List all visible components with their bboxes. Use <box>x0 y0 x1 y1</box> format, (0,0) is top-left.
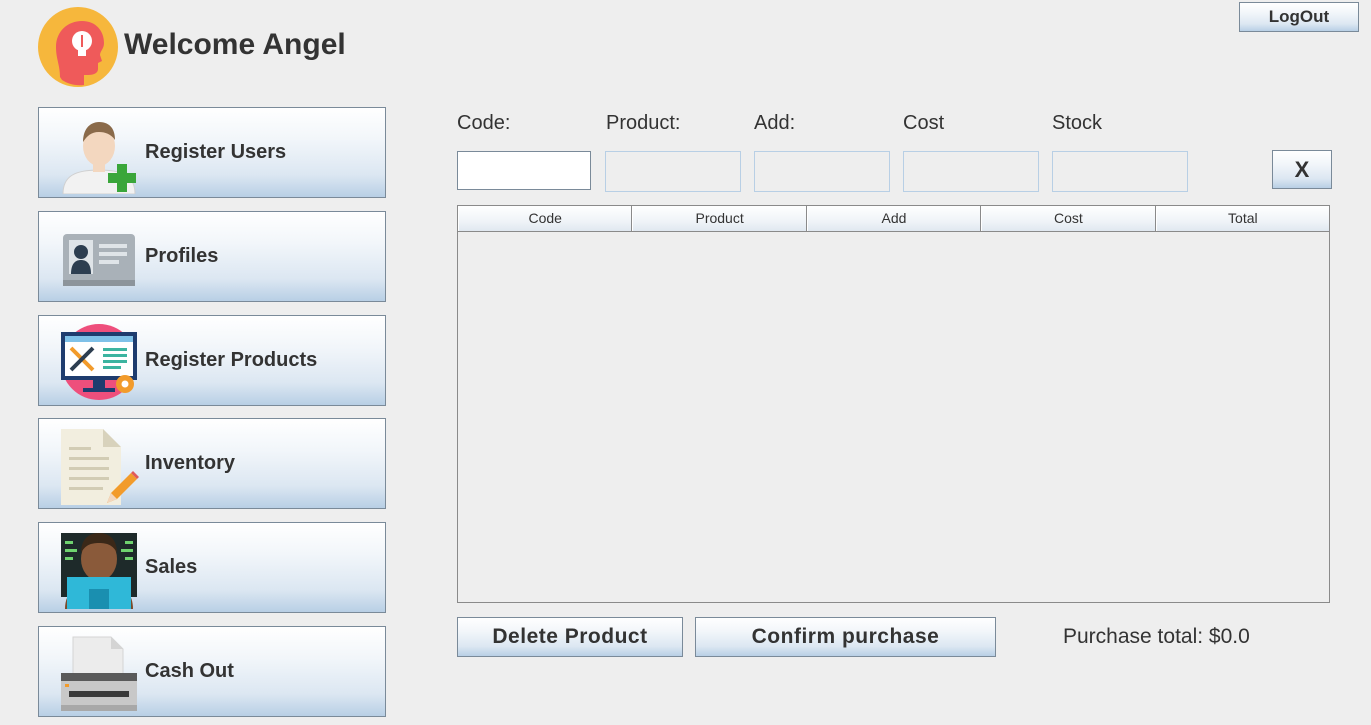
person-laptop-icon <box>59 529 139 609</box>
cash-out-button[interactable]: Cash Out <box>38 626 386 717</box>
column-header-add[interactable]: Add <box>806 206 982 231</box>
add-user-icon <box>59 114 139 195</box>
register-products-button[interactable]: Register Products <box>38 315 386 406</box>
stock-label: Stock <box>1052 112 1103 134</box>
clear-button[interactable]: X <box>1272 150 1332 189</box>
product-input[interactable] <box>605 151 741 192</box>
inventory-label: Inventory <box>145 452 236 474</box>
document-pencil-icon <box>59 425 139 505</box>
printer-icon <box>59 633 139 713</box>
table-header: Code Product Add Cost Total <box>458 206 1330 232</box>
code-label: Code: <box>457 112 511 134</box>
cost-input[interactable] <box>903 151 1039 192</box>
logout-button[interactable]: LogOut <box>1239 2 1359 32</box>
column-header-total[interactable]: Total <box>1155 206 1330 231</box>
welcome-title: Welcome Angel <box>124 28 346 61</box>
register-products-label: Register Products <box>145 349 318 371</box>
add-input[interactable] <box>754 151 890 192</box>
cash-out-label: Cash Out <box>145 660 234 682</box>
head-lightbulb-icon <box>38 7 118 87</box>
sales-button[interactable]: Sales <box>38 522 386 613</box>
column-header-code[interactable]: Code <box>458 206 633 231</box>
monitor-tools-icon <box>59 322 139 402</box>
code-input[interactable] <box>457 151 591 190</box>
sales-label: Sales <box>145 556 198 578</box>
delete-product-button[interactable]: Delete Product <box>457 617 683 657</box>
add-label: Add: <box>754 112 796 134</box>
products-table[interactable]: Code Product Add Cost Total <box>457 205 1330 603</box>
id-card-icon <box>59 218 139 298</box>
stock-input[interactable] <box>1052 151 1188 192</box>
cost-label: Cost <box>903 112 945 134</box>
purchase-total: Purchase total: $0.0 <box>1063 625 1250 648</box>
column-header-cost[interactable]: Cost <box>981 206 1156 231</box>
profiles-label: Profiles <box>145 245 219 267</box>
column-header-product[interactable]: Product <box>632 206 807 231</box>
product-label: Product: <box>606 112 681 134</box>
inventory-button[interactable]: Inventory <box>38 418 386 509</box>
confirm-purchase-button[interactable]: Confirm purchase <box>695 617 996 657</box>
profiles-button[interactable]: Profiles <box>38 211 386 302</box>
register-users-label: Register Users <box>145 141 287 163</box>
register-users-button[interactable]: Register Users <box>38 107 386 198</box>
